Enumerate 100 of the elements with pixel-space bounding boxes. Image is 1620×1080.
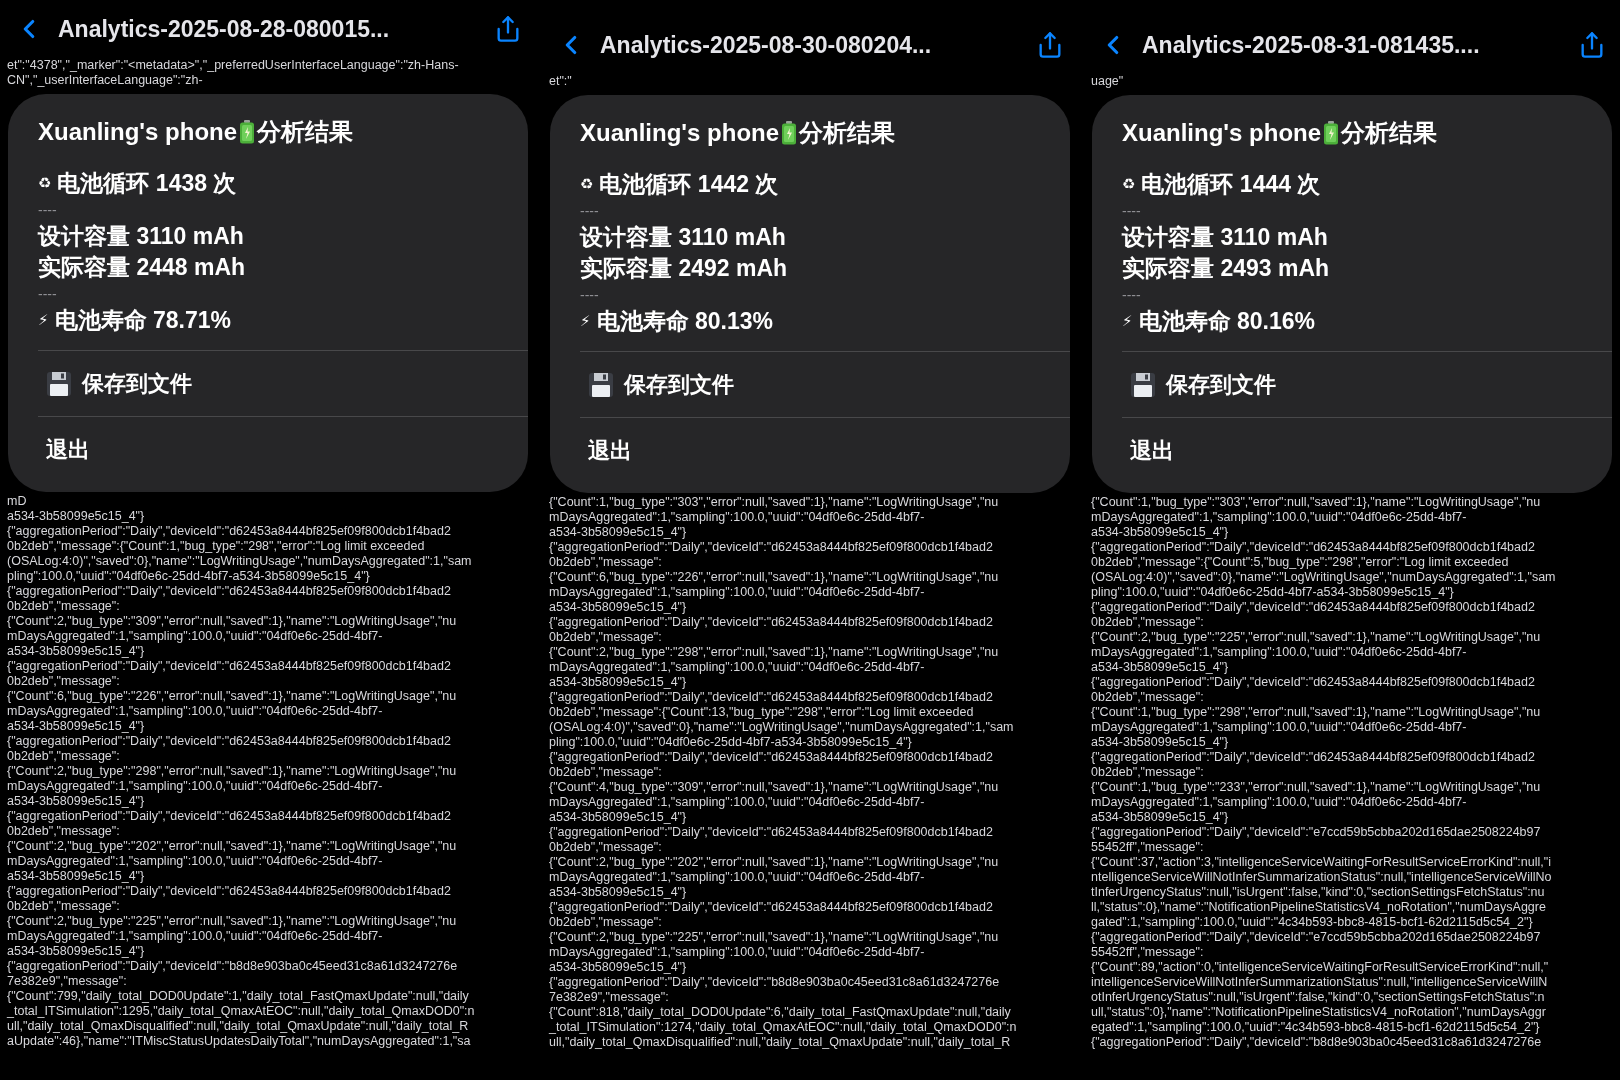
log-line: {"aggregationPeriod":"Daily","deviceId":"d62453a8444bf825ef09f800dcb1f4bad2: [549, 540, 994, 555]
dash-separator: ----: [1122, 202, 1142, 221]
dash-separator: ----: [580, 202, 600, 221]
log-line: {"aggregationPeriod":"Daily","deviceId":"b8d8e903ba0c45eed31c8a61d3247276e: [1091, 1035, 1543, 1050]
log-line: 0b2deb","message":: [549, 840, 663, 855]
exit-button[interactable]: 退出: [580, 417, 1070, 483]
log-line: uage": [1091, 74, 1125, 89]
log-line: mDaysAggregated":1,"sampling":100.0,"uuid":"04df0e6c-25dd-4bf7-: [549, 510, 926, 525]
log-line: {"aggregationPeriod":"Daily","deviceId":"d62453a8444bf825ef09f800dcb1f4bad2: [549, 615, 994, 630]
dash-separator: ----: [580, 286, 600, 305]
capacity-text: 实际容量 2493 mAh: [1122, 254, 1331, 283]
log-line: mDaysAggregated":1,"sampling":100.0,"uuid":"04df0e6c-25dd-4bf7-: [7, 704, 384, 719]
log-line: {"Count":1,"bug_type":"303","error":null,"saved":1},"name":"LogWritingUsage","nu: [1091, 495, 1542, 510]
log-line: {"Count":818,"daily_total_DOD0Update":6,"daily_total_FastQmaxUpdate":null,"daily: [549, 1005, 1012, 1020]
log-line: {"Count":2,"bug_type":"309","error":null,"saved":1},"name":"LogWritingUsage","nu: [7, 614, 458, 629]
card-title-suffix: 分析结果: [257, 117, 354, 147]
log-line: tInferUrgencyStatus":null,"isUrgent":false,"kind":0,"sectionSettingsFetchStatus":nu: [1091, 885, 1546, 900]
log-line: {"Count":2,"bug_type":"225","error":null,"saved":1},"name":"LogWritingUsage","nu: [1091, 630, 1542, 645]
log-line: a534-3b58099e5c15_4"}: [7, 644, 146, 659]
log-line: {"aggregationPeriod":"Daily","deviceId":"d62453a8444bf825ef09f800dcb1f4bad2: [549, 825, 994, 840]
log-line: 55452ff","message":: [1091, 945, 1205, 960]
stat-text: 电池循环 1444 次: [1141, 170, 1321, 199]
stat-text: 电池循环 1438 次: [57, 169, 237, 198]
log-line: et":"4378","_marker":"<metadata>","_preferredUserInterfaceLanguage":"zh-Hans-: [7, 58, 460, 73]
log-line: (OSALog:4:0)","saved":0},"name":"LogWritingUsage","numDaysAggregated":1,"sam: [549, 720, 1015, 735]
card-title: Xuanling's phone: [1122, 118, 1322, 148]
log-line: egated":1,"sampling":100.0,"uuid":"4c34b593-bbc8-4815-bcf1-62d2115d5c54_2"}: [1091, 1020, 1541, 1035]
log-line: a534-3b58099e5c15_4"}: [549, 885, 688, 900]
log-line: mDaysAggregated":1,"sampling":100.0,"uuid":"04df0e6c-25dd-4bf7-: [549, 585, 926, 600]
log-line: ll,"status":0},"name":"NotificationPipelineStatisticsV4_noRotation","numDaysAggre: [1091, 900, 1547, 915]
log-line: a534-3b58099e5c15_4"}: [1091, 660, 1230, 675]
log-line: aUpdate":46},"name":"ITMiscStatusUpdatesDailyTotal","numDaysAggregated":1,"sa: [7, 1034, 472, 1049]
log-line: a534-3b58099e5c15_4"}: [1091, 525, 1230, 540]
log-line: {"Count":1,"bug_type":"233","error":null,"saved":1},"name":"LogWritingUsage","nu: [1091, 780, 1542, 795]
log-line: ntelligenceServiceWillNotInferSummarizationStatus":null,"intelligenceServiceWillNo: [1091, 870, 1553, 885]
exit-button[interactable]: 退出: [1122, 417, 1612, 483]
battery-icon: [1323, 121, 1340, 145]
log-line: {"aggregationPeriod":"Daily","deviceId":"d62453a8444bf825ef09f800dcb1f4bad2: [7, 884, 452, 899]
log-line: 0b2deb","message":: [7, 824, 121, 839]
log-line: {"aggregationPeriod":"Daily","deviceId":"e7ccd59b5cbba202d165dae2508224b97: [1091, 825, 1542, 840]
row-icon: ⚡: [38, 313, 49, 328]
exit-button[interactable]: 退出: [38, 416, 528, 482]
save-to-files-button[interactable]: 保存到文件: [580, 351, 1070, 417]
log-line: 0b2deb","message":{"Count":5,"bug_type":"298","error":"Log limit exceeded: [1091, 555, 1510, 570]
capacity-text: 设计容量 3110 mAh: [1122, 223, 1329, 252]
log-line: 55452ff","message":: [1091, 840, 1205, 855]
log-line: {"Count":6,"bug_type":"226","error":null,"saved":1},"name":"LogWritingUsage","nu: [7, 689, 458, 704]
log-line: (OSALog:4:0)","saved":0},"name":"LogWritingUsage","numDaysAggregated":1,"sam: [7, 554, 473, 569]
log-line: _total_ITSimulation":1274,"daily_total_QmaxAtEOC":null,"daily_total_QmaxDOD0":n: [549, 1020, 1018, 1035]
stat-text: 电池寿命 78.71%: [54, 306, 231, 335]
log-line: a534-3b58099e5c15_4"}: [7, 719, 146, 734]
log-line: mD: [7, 494, 28, 509]
log-line: a534-3b58099e5c15_4"}: [7, 869, 146, 884]
log-line: 0b2deb","message":: [1091, 765, 1205, 780]
log-line: mDaysAggregated":1,"sampling":100.0,"uuid":"04df0e6c-25dd-4bf7-: [549, 870, 926, 885]
log-line: {"Count":799,"daily_total_DOD0Update":1,"daily_total_FastQmaxUpdate":null,"daily: [7, 989, 470, 1004]
stat-text: 电池循环 1442 次: [599, 170, 779, 199]
log-line: {"Count":2,"bug_type":"225","error":null,"saved":1},"name":"LogWritingUsage","nu: [549, 930, 1000, 945]
row-icon: ♻: [580, 177, 594, 192]
log-line: 0b2deb","message":: [7, 674, 121, 689]
log-line: pling":100.0,"uuid":"04df0e6c-25dd-4bf7-a534-3b58099e5c15_4"}: [549, 735, 913, 750]
log-line: 0b2deb","message":: [549, 555, 663, 570]
capacity-text: 设计容量 3110 mAh: [38, 222, 245, 251]
log-line: {"Count":2,"bug_type":"298","error":null,"saved":1},"name":"LogWritingUsage","nu: [549, 645, 1000, 660]
log-line: a534-3b58099e5c15_4"}: [1091, 810, 1230, 825]
log-line: 0b2deb","message":: [549, 630, 663, 645]
log-line: mDaysAggregated":1,"sampling":100.0,"uuid":"04df0e6c-25dd-4bf7-: [549, 660, 926, 675]
log-line: a534-3b58099e5c15_4"}: [549, 675, 688, 690]
log-line: _total_ITSimulation":1295,"daily_total_QmaxAtEOC":null,"daily_total_QmaxDOD0":n: [7, 1004, 476, 1019]
log-line: 7e382e9","message":: [7, 974, 128, 989]
log-line: a534-3b58099e5c15_4"}: [549, 960, 688, 975]
log-line: {"aggregationPeriod":"Daily","deviceId":"d62453a8444bf825ef09f800dcb1f4bad2: [7, 659, 452, 674]
log-line: {"Count":1,"bug_type":"303","error":null,"saved":1},"name":"LogWritingUsage","nu: [549, 495, 1000, 510]
log-line: {"Count":2,"bug_type":"202","error":null,"saved":1},"name":"LogWritingUsage","nu: [7, 839, 458, 854]
log-line: 0b2deb","message":: [549, 915, 663, 930]
log-line: ull,"daily_total_QmaxDisqualified":null,"daily_total_QmaxUpdate":null,"daily_total_R: [549, 1035, 1012, 1050]
log-line: {"Count":2,"bug_type":"202","error":null,"saved":1},"name":"LogWritingUsage","nu: [549, 855, 1000, 870]
log-line: mDaysAggregated":1,"sampling":100.0,"uuid":"04df0e6c-25dd-4bf7-: [1091, 720, 1468, 735]
log-line: {"aggregationPeriod":"Daily","deviceId":"b8d8e903ba0c45eed31c8a61d3247276e: [7, 959, 459, 974]
log-line: a534-3b58099e5c15_4"}: [7, 509, 146, 524]
log-line: 0b2deb","message":: [549, 765, 663, 780]
log-line: (OSALog:4:0)","saved":0},"name":"LogWritingUsage","numDaysAggregated":1,"sam: [1091, 570, 1557, 585]
dash-separator: ----: [38, 201, 58, 220]
log-line: mDaysAggregated":1,"sampling":100.0,"uuid":"04df0e6c-25dd-4bf7-: [1091, 510, 1468, 525]
card-title: Xuanling's phone: [38, 117, 238, 147]
log-line: pling":100.0,"uuid":"04df0e6c-25dd-4bf7-a534-3b58099e5c15_4"}: [7, 569, 371, 584]
log-line: 0b2deb","message":{"Count":1,"bug_type":"298","error":"Log limit exceeded: [7, 539, 426, 554]
save-to-files-button[interactable]: 保存到文件: [38, 350, 528, 416]
log-line: {"aggregationPeriod":"Daily","deviceId":"d62453a8444bf825ef09f800dcb1f4bad2: [1091, 540, 1536, 555]
stat-text: 电池寿命 80.13%: [596, 307, 773, 336]
log-line: et":": [549, 74, 573, 89]
save-to-files-button[interactable]: 保存到文件: [1122, 351, 1612, 417]
log-line: mDaysAggregated":1,"sampling":100.0,"uuid":"04df0e6c-25dd-4bf7-: [549, 795, 926, 810]
log-line: 0b2deb","message":: [7, 749, 121, 764]
log-line: {"Count":2,"bug_type":"225","error":null,"saved":1},"name":"LogWritingUsage","nu: [7, 914, 458, 929]
log-line: {"Count":37,"action":3,"intelligenceServiceWaitingForResultServiceErrorKind":null,"i: [1091, 855, 1552, 870]
log-line: 0b2deb","message":: [1091, 615, 1205, 630]
log-line: a534-3b58099e5c15_4"}: [549, 600, 688, 615]
log-line: {"aggregationPeriod":"Daily","deviceId":"d62453a8444bf825ef09f800dcb1f4bad2: [1091, 600, 1536, 615]
log-line: {"aggregationPeriod":"Daily","deviceId":"d62453a8444bf825ef09f800dcb1f4bad2: [549, 750, 994, 765]
